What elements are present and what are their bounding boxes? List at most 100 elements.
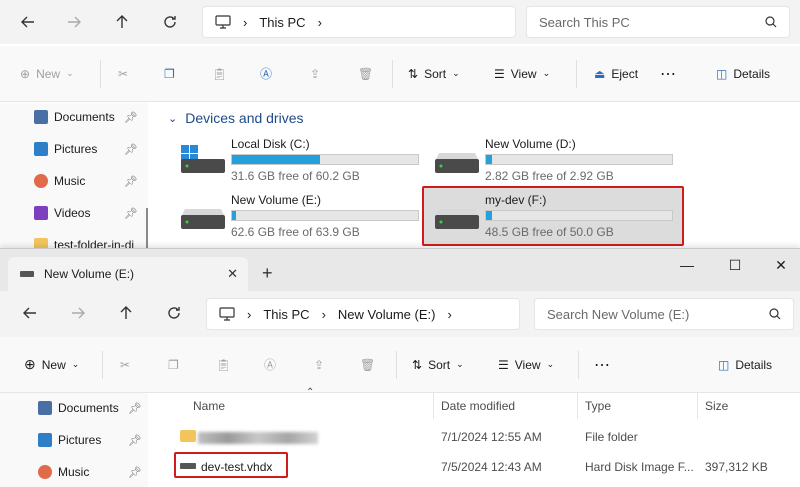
search-input[interactable]: Search This PC <box>526 6 790 38</box>
copy-button[interactable]: ❐ <box>164 67 175 81</box>
share-button[interactable]: ⇪ <box>310 67 320 81</box>
table-row[interactable]: dev-test.vhdx 7/5/2024 12:43 AM Hard Dis… <box>148 452 800 479</box>
copy-button[interactable]: ❐ <box>168 358 179 372</box>
close-window-button[interactable]: ✕ <box>766 257 796 274</box>
new-tab-button[interactable]: + <box>262 263 273 284</box>
file-type: File folder <box>585 430 638 444</box>
breadcrumb-new-volume-e[interactable]: New Volume (E:) <box>338 307 436 322</box>
column-divider[interactable] <box>433 393 434 419</box>
rename-button[interactable]: Ⓐ <box>264 356 276 373</box>
drive-f[interactable]: my-dev (F:) 48.5 GB free of 50.0 GB <box>435 193 675 239</box>
pin-icon[interactable]: 📌︎ <box>128 466 142 479</box>
delete-button[interactable]: 🗑︎ <box>358 67 373 81</box>
view-label: View <box>510 66 537 81</box>
section-header-devices[interactable]: ⌄ Devices and drives <box>168 110 304 126</box>
breadcrumb-this-pc[interactable]: This PC <box>259 15 305 30</box>
file-list: Name ⌃ Date modified Type Size 7/1/2024 … <box>148 387 800 487</box>
tab-title: New Volume (E:) <box>44 267 135 281</box>
view-button[interactable]: ☰ View ⌄ <box>498 358 554 372</box>
share-button[interactable]: ⇪ <box>314 358 324 372</box>
pin-icon[interactable]: 📌︎ <box>124 143 138 156</box>
command-bar: ⊕ New ⌄ ✂ ❐ 📋︎ Ⓐ ⇪ 🗑︎ ⇅ Sort ⌄ ☰ View ⌄ … <box>0 337 800 393</box>
sidebar-scrollbar[interactable] <box>146 208 148 248</box>
sidebar-item-documents[interactable]: Documents <box>34 110 115 124</box>
arrow-right-icon <box>72 307 85 319</box>
chevron-down-icon: ⌄ <box>452 68 460 78</box>
new-label: New <box>36 66 61 81</box>
column-header-size[interactable]: Size <box>705 399 728 413</box>
drive-usage-fill <box>232 155 321 164</box>
tab-new-volume-e[interactable]: New Volume (E:) ✕ <box>8 257 248 291</box>
sort-ascending-icon: ⌃ <box>306 387 315 398</box>
share-icon: ⇪ <box>314 357 325 372</box>
new-button[interactable]: ⊕ New ⌄ <box>20 67 74 81</box>
eject-button[interactable]: ⏏ Eject <box>594 67 638 81</box>
pin-icon[interactable]: 📌︎ <box>128 434 142 447</box>
drive-e[interactable]: New Volume (E:) 62.6 GB free of 63.9 GB <box>181 193 421 239</box>
explorer-window-this-pc: › This PC › Search This PC ⊕ New ⌄ ✂ ❐ 📋… <box>0 0 800 250</box>
delete-button[interactable]: 🗑︎ <box>360 358 375 372</box>
minimize-button[interactable]: — <box>672 257 702 273</box>
pin-icon[interactable]: 📌︎ <box>124 175 138 188</box>
table-row[interactable]: 7/1/2024 12:55 AM File folder <box>148 425 800 449</box>
sidebar-item-label: Music <box>58 465 90 479</box>
breadcrumb-this-pc[interactable]: This PC <box>263 307 309 322</box>
up-button[interactable] <box>112 299 140 327</box>
pin-icon[interactable]: 📌︎ <box>124 207 138 220</box>
more-icon: ⋯ <box>594 356 610 374</box>
drive-free-space: 2.82 GB free of 2.92 GB <box>485 169 614 183</box>
sidebar-item-videos[interactable]: Videos <box>34 206 90 220</box>
paste-button[interactable]: 📋︎ <box>216 358 231 372</box>
copy-icon: ❐ <box>164 66 175 81</box>
column-divider[interactable] <box>697 393 698 419</box>
documents-icon <box>38 401 52 415</box>
paste-button[interactable]: 📋︎ <box>212 67 227 81</box>
forward-button[interactable] <box>64 299 92 327</box>
clipboard-icon: 📋︎ <box>216 357 232 372</box>
address-bar[interactable]: › This PC › <box>202 6 516 38</box>
sidebar-item-music[interactable]: Music <box>34 174 85 188</box>
sort-button[interactable]: ⇅ Sort ⌄ <box>408 67 460 81</box>
drive-c[interactable]: Local Disk (C:) 31.6 GB free of 60.2 GB <box>181 137 421 183</box>
more-options-button[interactable]: ⋯ <box>594 355 610 375</box>
column-divider[interactable] <box>577 393 578 419</box>
column-header-type[interactable]: Type <box>585 399 611 413</box>
details-button[interactable]: ◫ Details <box>718 358 772 372</box>
column-header-name[interactable]: Name <box>193 399 225 413</box>
chevron-down-icon: ⌄ <box>71 359 80 369</box>
close-tab-icon[interactable]: ✕ <box>227 266 238 282</box>
sort-label: Sort <box>428 357 451 372</box>
address-bar[interactable]: › This PC › New Volume (E:) › <box>206 298 520 330</box>
cut-button[interactable]: ✂ <box>120 358 130 372</box>
column-header-date[interactable]: Date modified <box>441 399 515 413</box>
more-options-button[interactable]: ⋯ <box>660 64 676 84</box>
details-button[interactable]: ◫ Details <box>716 67 770 81</box>
back-button[interactable] <box>14 8 42 36</box>
rename-button[interactable]: Ⓐ <box>260 65 272 82</box>
pictures-icon <box>34 142 48 156</box>
sort-button[interactable]: ⇅ Sort ⌄ <box>412 358 464 372</box>
pin-icon[interactable]: 📌︎ <box>128 402 142 415</box>
up-button[interactable] <box>108 8 136 36</box>
back-button[interactable] <box>16 299 44 327</box>
scissors-icon: ✂ <box>120 357 131 372</box>
refresh-button[interactable] <box>156 8 184 36</box>
rename-icon: Ⓐ <box>264 358 277 372</box>
divider <box>102 351 103 379</box>
sidebar-item-pictures[interactable]: Pictures <box>38 433 101 447</box>
eject-label: Eject <box>611 66 639 81</box>
cut-button[interactable]: ✂ <box>118 67 128 81</box>
maximize-button[interactable]: ☐ <box>720 257 750 274</box>
refresh-icon <box>168 307 180 319</box>
details-pane-icon: ◫ <box>718 357 730 372</box>
drive-d[interactable]: New Volume (D:) 2.82 GB free of 2.92 GB <box>435 137 675 183</box>
search-input[interactable]: Search New Volume (E:) <box>534 298 794 330</box>
new-button[interactable]: ⊕ New ⌄ <box>24 356 79 373</box>
refresh-button[interactable] <box>160 299 188 327</box>
sidebar-item-music[interactable]: Music <box>38 465 89 479</box>
sidebar-item-documents[interactable]: Documents <box>38 401 119 415</box>
sidebar-item-pictures[interactable]: Pictures <box>34 142 97 156</box>
pin-icon[interactable]: 📌︎ <box>124 111 138 124</box>
forward-button[interactable] <box>60 8 88 36</box>
view-button[interactable]: ☰ View ⌄ <box>494 67 550 81</box>
